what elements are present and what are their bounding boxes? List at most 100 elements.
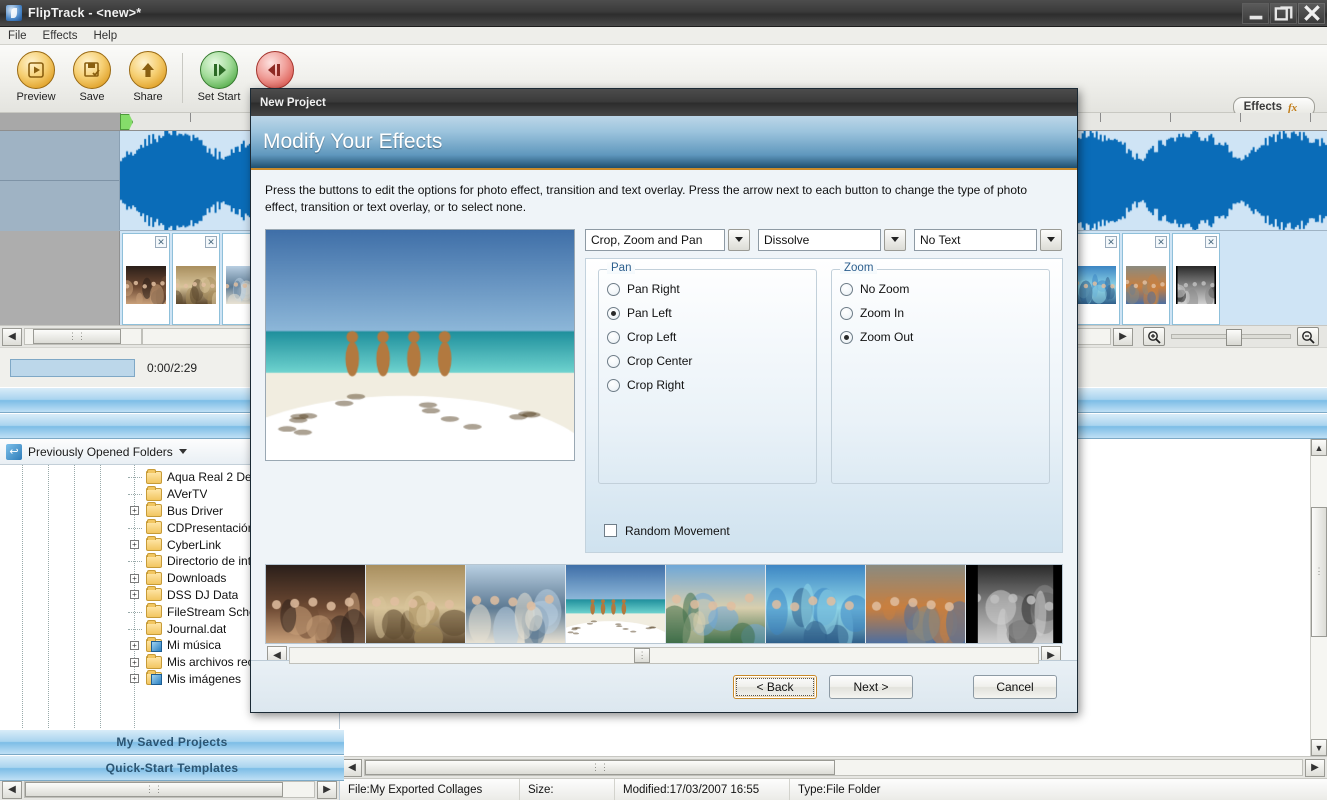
file-scroll-down-button[interactable]: ▼	[1311, 739, 1327, 756]
close-x-icon[interactable]: ✕	[1205, 236, 1217, 248]
zoom-option[interactable]: Zoom In	[840, 303, 1041, 324]
timeline-clip[interactable]: ✕	[1172, 233, 1220, 325]
pan-option[interactable]: Crop Right	[607, 375, 808, 396]
transition-combo[interactable]: Dissolve	[758, 229, 906, 251]
transition-value[interactable]: Dissolve	[758, 229, 881, 251]
tree-expander-icon[interactable]: +	[130, 506, 139, 515]
close-x-icon[interactable]: ✕	[1105, 236, 1117, 248]
pan-radio[interactable]	[607, 307, 620, 320]
chevron-down-icon[interactable]	[179, 449, 187, 454]
filmstrip-thumbnail[interactable]	[966, 565, 1063, 643]
transition-dropdown-arrow[interactable]	[884, 229, 906, 251]
minimize-button[interactable]	[1242, 3, 1269, 24]
filmstrip-thumbnail[interactable]	[366, 565, 466, 643]
close-x-icon[interactable]: ✕	[155, 236, 167, 248]
file-scroll-up-button[interactable]: ▲	[1311, 439, 1327, 456]
photo-effect-dropdown-arrow[interactable]	[728, 229, 750, 251]
zoom-options-list[interactable]: No Zoom Zoom In Zoom Out	[840, 279, 1041, 348]
zoom-out-button[interactable]	[1297, 327, 1319, 346]
random-movement-checkbox-row[interactable]: Random Movement	[598, 524, 817, 538]
timeline-clip[interactable]: ✕	[1072, 233, 1120, 325]
tree-scroll-right-button[interactable]: ▶	[317, 781, 337, 799]
tree-expander-icon[interactable]: +	[130, 674, 139, 683]
set-start-button[interactable]: Set Start	[191, 51, 247, 103]
timeline-scroll-left-button[interactable]: ◀	[2, 328, 22, 346]
zoom-option[interactable]: No Zoom	[840, 279, 1041, 300]
text-overlay-value[interactable]: No Text	[914, 229, 1037, 251]
random-movement-checkbox[interactable]	[604, 524, 617, 537]
filmstrip-thumbnail[interactable]	[466, 565, 566, 643]
pan-option[interactable]: Pan Right	[607, 279, 808, 300]
close-x-icon[interactable]: ✕	[1155, 236, 1167, 248]
close-x-icon[interactable]: ✕	[205, 236, 217, 248]
tree-scroll-left-button[interactable]: ◀	[2, 781, 22, 799]
filmstrip-thumbnail[interactable]	[566, 565, 666, 643]
section-my-saved-projects[interactable]: My Saved Projects	[0, 729, 344, 755]
file-grid-scrollbar[interactable]: ▲ ⋮ ▼	[1310, 439, 1327, 756]
timeline-scroll-thumb[interactable]: ⋮⋮	[33, 329, 121, 344]
filmstrip-thumbnail[interactable]	[266, 565, 366, 643]
menu-item-help[interactable]: Help	[91, 30, 125, 42]
pan-radio[interactable]	[607, 355, 620, 368]
timeline-zoom-slider[interactable]	[1171, 334, 1291, 339]
timeline-scroll-track-left[interactable]: ⋮⋮	[24, 328, 142, 345]
tree-expander-icon[interactable]: +	[130, 590, 139, 599]
menu-item-effects[interactable]: Effects	[41, 30, 86, 42]
filmstrip-thumbnail[interactable]	[866, 565, 966, 643]
pan-option-label: Pan Left	[627, 306, 672, 320]
cancel-button[interactable]: Cancel	[973, 675, 1057, 699]
tree-scroll-thumb[interactable]: ⋮⋮	[25, 782, 283, 797]
tree-expander-icon[interactable]: +	[130, 641, 139, 650]
filmstrip-thumbnail[interactable]	[766, 565, 866, 643]
zoom-radio[interactable]	[840, 307, 853, 320]
file-scroll-thumb[interactable]: ⋮	[1311, 507, 1327, 637]
filmstrip-scroll-track[interactable]: ⋮	[289, 647, 1039, 664]
back-button[interactable]: < Back	[733, 675, 817, 699]
zoom-option[interactable]: Zoom Out	[840, 327, 1041, 348]
tree-expander-icon[interactable]: +	[130, 658, 139, 667]
file-hscroll-track[interactable]: ⋮⋮	[364, 759, 1303, 776]
file-scroll-track[interactable]: ⋮	[1311, 456, 1327, 739]
menu-item-file[interactable]: File	[6, 30, 35, 42]
pan-radio[interactable]	[607, 283, 620, 296]
photo-effect-combo[interactable]: Crop, Zoom and Pan	[585, 229, 750, 251]
zoom-in-button[interactable]	[1143, 327, 1165, 346]
tree-scrollbar[interactable]: ◀ ⋮⋮ ▶	[0, 778, 339, 800]
zoom-radio[interactable]	[840, 331, 853, 344]
restore-button[interactable]	[1270, 3, 1297, 24]
pan-options-list[interactable]: Pan Right Pan Left Crop Left Crop Center Cro…	[607, 279, 808, 396]
timeline-scroll-right-button[interactable]: ▶	[1113, 328, 1133, 346]
pan-option[interactable]: Crop Left	[607, 327, 808, 348]
folder-icon	[146, 672, 162, 685]
text-overlay-dropdown-arrow[interactable]	[1040, 229, 1062, 251]
file-hscroll-right-button[interactable]: ▶	[1305, 759, 1325, 777]
timeline-clip[interactable]: ✕	[1122, 233, 1170, 325]
filmstrip-thumbnail[interactable]	[666, 565, 766, 643]
tree-scroll-track[interactable]: ⋮⋮	[24, 781, 315, 798]
tree-item-label: Mi música	[167, 638, 221, 652]
share-button[interactable]: Share	[120, 51, 176, 103]
file-hscroll-thumb[interactable]: ⋮⋮	[365, 760, 835, 775]
pan-option[interactable]: Crop Center	[607, 351, 808, 372]
zoom-radio[interactable]	[840, 283, 853, 296]
section-quick-start-templates[interactable]: Quick-Start Templates	[0, 755, 344, 781]
playback-progress-bar[interactable]	[10, 359, 135, 377]
file-grid-hscrollbar[interactable]: ◀ ⋮⋮ ▶	[340, 756, 1327, 778]
save-button[interactable]: Save	[64, 51, 120, 103]
file-hscroll-left-button[interactable]: ◀	[342, 759, 362, 777]
pan-radio[interactable]	[607, 379, 620, 392]
pan-radio[interactable]	[607, 331, 620, 344]
timeline-clip[interactable]: ✕	[172, 233, 220, 325]
close-button[interactable]	[1298, 3, 1325, 24]
text-overlay-combo[interactable]: No Text	[914, 229, 1062, 251]
next-button[interactable]: Next >	[829, 675, 913, 699]
photo-effect-value[interactable]: Crop, Zoom and Pan	[585, 229, 725, 251]
tree-expander-icon[interactable]: +	[130, 540, 139, 549]
timeline-clip[interactable]: ✕	[122, 233, 170, 325]
pan-option[interactable]: Pan Left	[607, 303, 808, 324]
filmstrip-scroll-thumb[interactable]: ⋮	[634, 648, 650, 663]
filmstrip[interactable]	[265, 564, 1063, 644]
filmstrip-scrollbar[interactable]: ◀ ⋮ ▶	[265, 646, 1063, 665]
preview-button[interactable]: Preview	[8, 51, 64, 103]
tree-expander-icon[interactable]: +	[130, 574, 139, 583]
